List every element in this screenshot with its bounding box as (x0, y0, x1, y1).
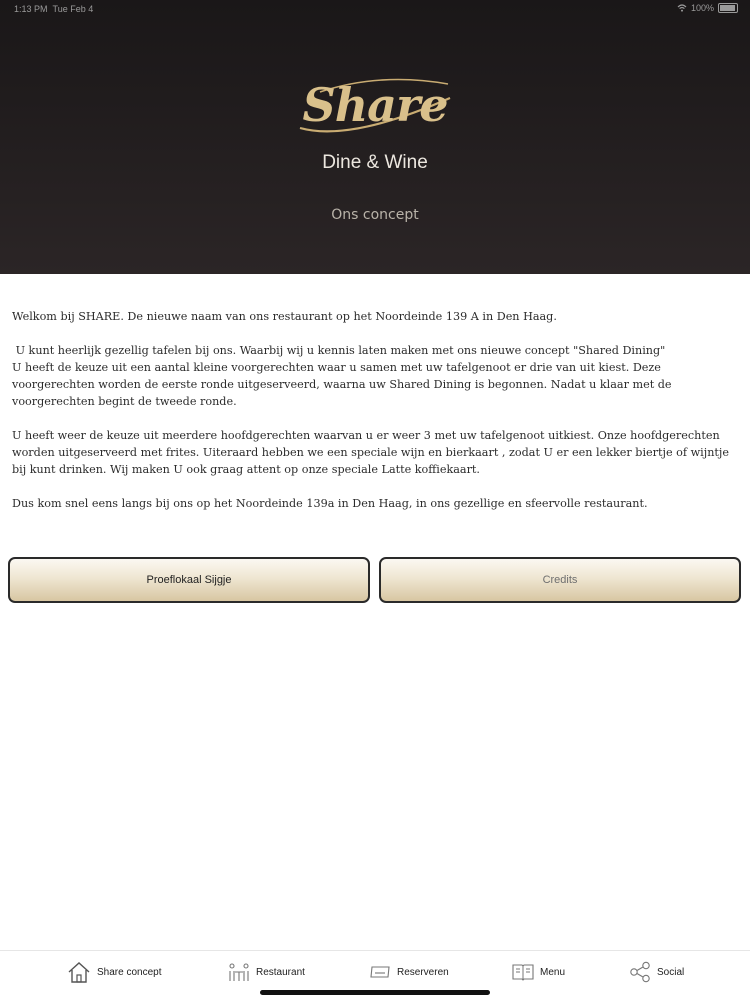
tab-social[interactable]: Social (629, 959, 684, 985)
tab-label: Reserveren (397, 966, 449, 978)
tab-reserveren[interactable]: Reserveren (369, 959, 449, 985)
credits-button[interactable]: Credits (379, 557, 741, 603)
tab-restaurant[interactable]: Restaurant (228, 959, 305, 985)
paragraph-concept: U kunt heerlijk gezellig tafelen bij ons… (12, 344, 672, 408)
home-icon (68, 962, 90, 983)
brand-logo: Share (302, 78, 449, 132)
concept-text: Welkom bij SHARE. De nieuwe naam van ons… (12, 308, 742, 512)
status-time: 1:13 PM Tue Feb 4 (14, 4, 94, 14)
proeflokaal-button[interactable]: Proeflokaal Sijgje (8, 557, 370, 603)
tab-share-concept[interactable]: Share concept (67, 959, 162, 985)
wifi-icon (677, 4, 687, 12)
header-banner: 1:13 PM Tue Feb 4 100% Share Dine & Wine… (0, 0, 750, 274)
tab-label: Restaurant (256, 966, 305, 978)
tab-label: Menu (540, 966, 566, 978)
battery-percentage: 100% (690, 3, 714, 13)
ticket-icon (370, 966, 390, 978)
battery-icon (718, 3, 738, 13)
share-icon (630, 961, 650, 983)
page-title: Ons concept (331, 207, 419, 223)
paragraph-main-courses: U heeft weer de keuze uit meerdere hoofd… (12, 429, 733, 476)
tab-label: Social (657, 966, 685, 978)
status-right: 100% (677, 3, 738, 13)
paragraph-visit: Dus kom snel eens langs bij ons op het N… (12, 497, 648, 510)
tab-label: Share concept (97, 966, 162, 978)
dining-table-icon (229, 963, 249, 981)
home-indicator[interactable] (260, 990, 490, 995)
paragraph-welcome: Welkom bij SHARE. De nieuwe naam van ons… (12, 310, 557, 323)
tab-menu[interactable]: Menu (512, 959, 565, 985)
menu-book-icon (512, 964, 534, 981)
brand-tagline: Dine & Wine (322, 152, 428, 173)
status-bar: 1:13 PM Tue Feb 4 100% (0, 0, 750, 18)
